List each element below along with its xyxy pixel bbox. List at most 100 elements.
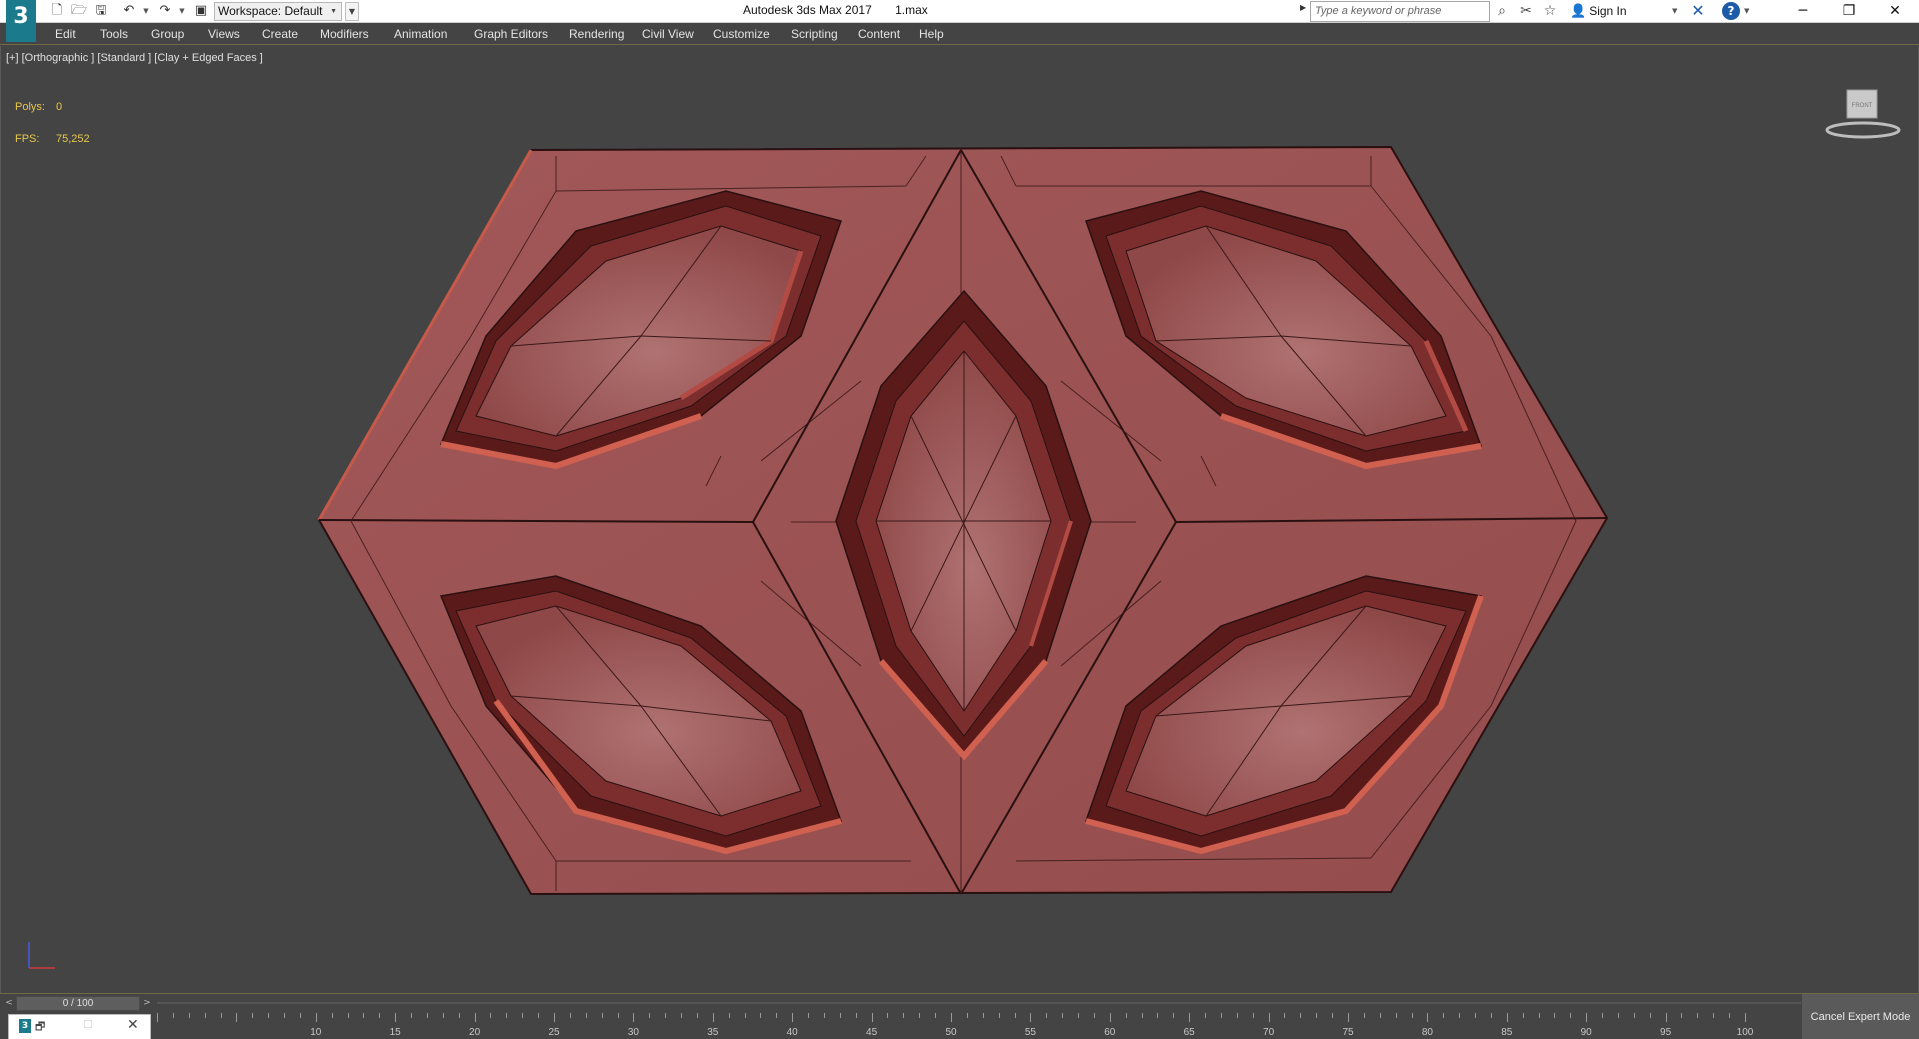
timeline-tick xyxy=(331,1013,333,1018)
timeline-tick xyxy=(617,1013,619,1018)
viewcube[interactable]: FRONT xyxy=(1823,82,1903,142)
title-bar: 3 🗋 🗁 🖫 ↶ ▼ ↷ ▼ ▣ Workspace: Default ▼ ▼… xyxy=(0,0,1919,42)
timeline-tick xyxy=(681,1013,683,1018)
timeline-tick xyxy=(1443,1013,1445,1018)
timeline-tick xyxy=(1522,1013,1524,1018)
time-slider-thumb[interactable]: 0 / 100 xyxy=(16,996,140,1011)
timeline-tick xyxy=(871,1013,873,1022)
communication-center-icon[interactable]: ✂ xyxy=(1516,1,1536,21)
menu-group[interactable]: Group xyxy=(151,23,184,45)
star-icon[interactable]: ☆ xyxy=(1540,1,1560,21)
timeline-tick xyxy=(823,1013,825,1018)
menu-civil-view[interactable]: Civil View xyxy=(642,23,694,45)
sign-in-button[interactable]: 👤 Sign In xyxy=(1570,1,1627,22)
menu-customize[interactable]: Customize xyxy=(713,23,770,45)
timeline-tick xyxy=(347,1013,349,1018)
workspace-select[interactable]: Workspace: Default ▼ xyxy=(214,2,342,21)
timeline-tick xyxy=(998,1013,1000,1018)
timeline-tick xyxy=(1252,1013,1254,1018)
timeline-tick xyxy=(1093,1013,1095,1018)
mesh-object[interactable] xyxy=(1,46,1918,993)
timeline-tick-label: 60 xyxy=(1104,1027,1116,1038)
menu-content[interactable]: Content xyxy=(858,23,900,45)
redo-dropdown-icon[interactable]: ▼ xyxy=(178,2,186,20)
timeline-tick xyxy=(903,1013,905,1018)
close-button[interactable]: ✕ xyxy=(1872,0,1918,23)
timeline-tick xyxy=(1062,1013,1064,1018)
menu-modifiers[interactable]: Modifiers xyxy=(320,23,369,45)
sign-in-dropdown-icon[interactable]: ▼ xyxy=(1672,1,1677,22)
timeline-tick xyxy=(951,1013,952,1022)
timeline-tick-label: 70 xyxy=(1263,1027,1275,1038)
timeline-tick xyxy=(252,1013,254,1018)
new-file-icon[interactable]: 🗋 xyxy=(48,2,66,20)
maximize-icon[interactable]: ☐ xyxy=(83,1018,93,1031)
binoculars-icon[interactable]: ⌕ xyxy=(1492,1,1512,21)
timeline-tick xyxy=(728,1013,730,1018)
timeline-tick-label: 75 xyxy=(1342,1027,1354,1038)
autodesk-exchange-icon[interactable]: ✕ xyxy=(1688,1,1708,21)
timeline-tick xyxy=(522,1013,524,1018)
timeline-tick xyxy=(220,1013,222,1018)
timeline-tick-label: 55 xyxy=(1024,1027,1036,1038)
viewport-orthographic[interactable]: [+] [Orthographic ] [Standard ] [Clay + … xyxy=(0,46,1919,993)
timeline-tick xyxy=(1205,1013,1207,1018)
help-icon[interactable]: ? xyxy=(1722,2,1740,20)
timeline-tick xyxy=(188,1013,190,1018)
search-input[interactable]: Type a keyword or phrase xyxy=(1310,1,1490,22)
time-slider-track[interactable] xyxy=(157,1002,1801,1004)
close-icon[interactable]: ✕ xyxy=(127,1017,139,1033)
restore-icon[interactable]: 🗗 xyxy=(35,1018,45,1037)
menu-views[interactable]: Views xyxy=(208,23,240,45)
menu-help[interactable]: Help xyxy=(919,23,944,45)
app-title: Autodesk 3ds Max 2017 xyxy=(743,3,872,17)
timeline-tick xyxy=(554,1013,555,1022)
timeline-tick xyxy=(157,1013,158,1022)
redo-icon[interactable]: ↷ xyxy=(156,2,174,20)
timeline-tick xyxy=(458,1013,460,1018)
project-folder-icon[interactable]: ▣ xyxy=(192,2,210,20)
track-bar[interactable]: 10 15 20 25 30 35 40 45 50 55 60 65 70 75 80 85 90 95 100 xyxy=(150,1013,1801,1039)
menu-graph-editors[interactable]: Graph Editors xyxy=(474,23,548,45)
time-slider-next-button[interactable]: > xyxy=(140,996,154,1011)
timeline-tick-label: 40 xyxy=(786,1027,798,1038)
menu-tools[interactable]: Tools xyxy=(100,23,128,45)
restore-button[interactable]: ❐ xyxy=(1826,0,1872,23)
timeline-tick xyxy=(601,1013,603,1018)
cancel-expert-mode-button[interactable]: Cancel Expert Mode xyxy=(1802,994,1919,1039)
timeline-tick-label: 20 xyxy=(469,1027,481,1038)
timeline-tick xyxy=(411,1013,413,1018)
menu-edit[interactable]: Edit xyxy=(55,23,76,45)
timeline-tick xyxy=(1078,1013,1080,1018)
timeline-tick xyxy=(712,1013,714,1022)
timeline-tick xyxy=(1681,1013,1683,1018)
timeline-tick xyxy=(1109,1013,1111,1022)
time-slider-prev-button[interactable]: < xyxy=(2,996,16,1011)
timeline-tick xyxy=(363,1013,365,1018)
undo-icon[interactable]: ↶ xyxy=(120,2,138,20)
timeline-tick xyxy=(1570,1013,1572,1018)
timeline-tick xyxy=(1379,1013,1381,1018)
timeline-tick xyxy=(585,1013,587,1018)
minimized-window-tab[interactable]: 3 🗗 ☐ ✕ xyxy=(8,1014,151,1039)
menu-create[interactable]: Create xyxy=(262,23,298,45)
undo-dropdown-icon[interactable]: ▼ xyxy=(142,2,150,20)
timeline-tick xyxy=(633,1013,635,1022)
app-logo-icon[interactable]: 3 xyxy=(6,0,36,42)
open-file-icon[interactable]: 🗁 xyxy=(70,2,88,20)
menu-rendering[interactable]: Rendering xyxy=(569,23,624,45)
timeline-tick xyxy=(268,1013,270,1018)
quick-access-menu-button[interactable]: ▼ xyxy=(345,2,359,21)
menu-animation[interactable]: Animation xyxy=(394,23,447,45)
save-icon[interactable]: 🖫 xyxy=(92,2,110,20)
minimize-button[interactable]: ─ xyxy=(1780,0,1826,23)
menu-scripting[interactable]: Scripting xyxy=(791,23,838,45)
timeline-tick xyxy=(1189,1013,1191,1022)
timeline-tick xyxy=(1506,1013,1508,1022)
timeline-tick xyxy=(1475,1013,1477,1018)
timeline-tick xyxy=(1300,1013,1302,1018)
time-slider[interactable]: < 0 / 100 > xyxy=(0,995,157,1012)
timeline-tick xyxy=(1697,1013,1699,1018)
chevron-right-icon[interactable]: ▶ xyxy=(1300,3,1306,12)
help-dropdown-icon[interactable]: ▼ xyxy=(1744,1,1749,22)
